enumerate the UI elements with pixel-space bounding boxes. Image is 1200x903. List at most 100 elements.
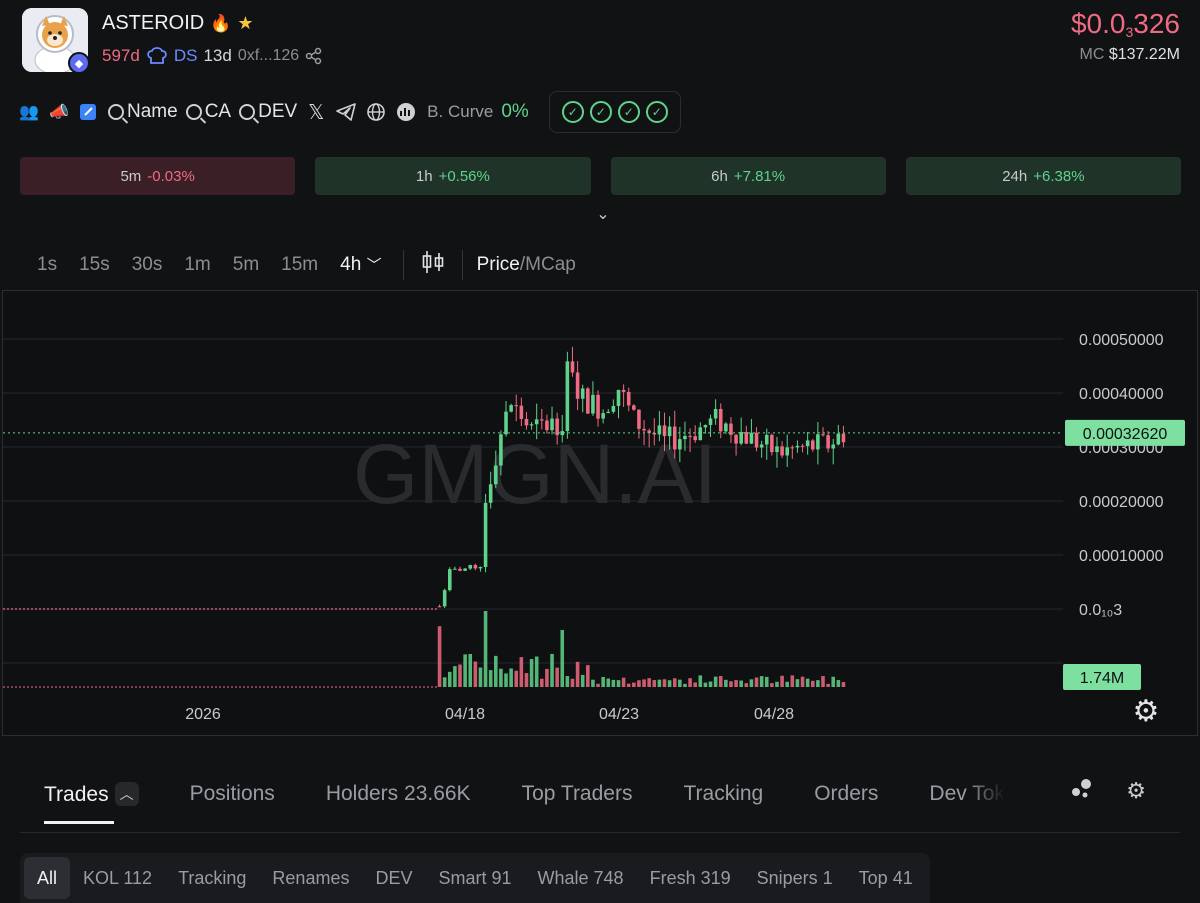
filter-whale[interactable]: Whale 748 <box>525 857 637 899</box>
volume-bar <box>754 677 759 687</box>
tab-dev-tokens[interactable]: Dev Tok <box>929 782 1004 806</box>
chart-settings-gear-icon[interactable]: ⚙ <box>1133 694 1160 729</box>
volume-bar <box>678 679 682 687</box>
megaphone-icon[interactable]: 📣 <box>48 101 70 123</box>
change-value: -0.03% <box>147 167 195 185</box>
change-pill-6h[interactable]: 6h +7.81% <box>610 157 886 195</box>
filter-all[interactable]: All <box>24 857 71 899</box>
candle-body <box>744 432 749 444</box>
favorite-star-icon[interactable]: ★ <box>237 13 253 34</box>
change-pill-1h[interactable]: 1h +0.56% <box>315 157 591 195</box>
volume-bar <box>718 676 723 687</box>
filter-renames[interactable]: Renames <box>259 857 362 899</box>
price-mcap-toggle[interactable]: Price/MCap <box>473 254 576 276</box>
filter-snipers[interactable]: Snipers 1 <box>744 857 846 899</box>
filter-top[interactable]: Top 41 <box>846 857 926 899</box>
interval-5m[interactable]: 5m <box>222 254 270 276</box>
search-icon <box>239 104 256 120</box>
interval-15s[interactable]: 15s <box>68 254 121 276</box>
volume-bar <box>759 676 764 687</box>
dex-screener-label[interactable]: DS <box>174 46 198 66</box>
volume-bar <box>708 681 713 687</box>
filter-smart[interactable]: Smart 91 <box>425 857 524 899</box>
tab-positions[interactable]: Positions <box>190 782 275 806</box>
candle-body <box>749 432 754 444</box>
share-icon[interactable] <box>305 47 323 65</box>
telegram-icon[interactable] <box>335 101 357 123</box>
search-dev-link[interactable]: DEV <box>239 101 297 123</box>
change-pill-24h[interactable]: 24h +6.38% <box>905 157 1181 195</box>
candle-body <box>601 413 605 419</box>
price-chart[interactable]: 0.00050000 0.00040000 0.00030000 0.00020000… <box>2 290 1198 736</box>
candle-body <box>570 361 575 373</box>
candlestick-icon[interactable] <box>414 249 452 281</box>
candle-body <box>529 424 534 426</box>
candle-body <box>688 435 692 437</box>
candle-body <box>621 389 626 392</box>
filter-dev[interactable]: DEV <box>362 857 425 899</box>
filter-kol[interactable]: KOL 112 <box>70 857 165 899</box>
check-circle-icon: ✓ <box>561 101 584 123</box>
check-circle-icon: ✓ <box>645 101 668 123</box>
y-tick-label: 0.00040000 <box>1079 386 1164 403</box>
candle-body <box>821 434 825 436</box>
filter-tracking[interactable]: Tracking <box>165 857 259 899</box>
tab-top-traders[interactable]: Top Traders <box>522 782 633 806</box>
volume-bar <box>478 667 483 687</box>
candle-body <box>442 590 447 607</box>
tab-tools: ⚙ <box>1068 778 1146 806</box>
candle-body <box>836 433 841 445</box>
candlestick-chart[interactable]: 0.000500000.000400000.000300000.00020000… <box>3 291 1199 737</box>
volume-bar <box>560 630 565 687</box>
interval-dropdown[interactable]: 4h ﹀ <box>329 254 392 276</box>
volume-label: 1.74M <box>1080 670 1124 687</box>
ethereum-chain-icon: ◆ <box>68 52 90 74</box>
change-period: 5m <box>120 167 142 185</box>
settings-gear-icon[interactable]: ⚙ <box>1126 778 1146 806</box>
candle-body <box>632 405 636 410</box>
candle-body <box>780 446 784 456</box>
search-name-link[interactable]: Name <box>108 101 178 123</box>
interval-bar: 1s 15s 30s 1m 5m 15m 4h ﹀ Price/MCap <box>26 246 576 284</box>
edit-icon[interactable] <box>78 101 100 123</box>
candle-body <box>826 435 830 449</box>
tab-holders[interactable]: Holders 23.66K <box>326 782 471 806</box>
interval-30s[interactable]: 30s <box>121 254 174 276</box>
community-icon[interactable]: 👥 <box>18 101 40 123</box>
contract-address[interactable]: 0xf...126 <box>238 47 299 65</box>
tab-trades[interactable]: Trades ︿ <box>44 781 139 824</box>
y-tick-label: 0.00020000 <box>1079 494 1164 511</box>
volume-bar <box>509 668 513 687</box>
website-globe-icon[interactable] <box>365 101 387 123</box>
volume-bar <box>621 677 626 687</box>
candle-body <box>800 445 805 447</box>
interval-1s[interactable]: 1s <box>26 254 68 276</box>
expand-chevron-icon[interactable]: ⌄ <box>592 204 614 224</box>
dex-screener-age: 13d <box>203 46 232 65</box>
active-interval: 4h <box>340 254 362 275</box>
candle-body <box>606 411 611 414</box>
volume-bar <box>550 653 554 687</box>
candle-body <box>724 423 728 432</box>
token-age: 597d <box>102 46 140 65</box>
chevron-up-icon[interactable]: ︿ <box>114 781 139 806</box>
bonding-curve-icon <box>395 101 417 123</box>
volume-bar <box>790 675 795 687</box>
volume-bar <box>468 653 473 687</box>
search-ca-link[interactable]: CA <box>185 101 231 123</box>
x-twitter-icon[interactable]: 𝕏 <box>305 101 327 124</box>
bubble-map-icon[interactable] <box>1068 778 1094 806</box>
change-pill-5m[interactable]: 5m -0.03% <box>20 157 296 195</box>
fire-icon: 🔥 <box>210 13 232 33</box>
volume-bar <box>724 679 728 687</box>
filter-fresh[interactable]: Fresh 319 <box>637 857 744 899</box>
interval-15m[interactable]: 15m <box>270 254 329 276</box>
tab-orders[interactable]: Orders <box>814 782 878 806</box>
interval-1m[interactable]: 1m <box>173 254 221 276</box>
token-links-row: 👥 📣 Name CA DEV 𝕏 B. Curve 0% ✓ ✓ ✓ ✓ <box>18 91 681 133</box>
tab-tracking[interactable]: Tracking <box>683 782 763 806</box>
bonding-curve-label: B. Curve <box>427 102 494 121</box>
price-prefix: $0.0 <box>1070 8 1126 39</box>
volume-bar <box>534 656 539 687</box>
security-checks[interactable]: ✓ ✓ ✓ ✓ <box>548 91 681 133</box>
